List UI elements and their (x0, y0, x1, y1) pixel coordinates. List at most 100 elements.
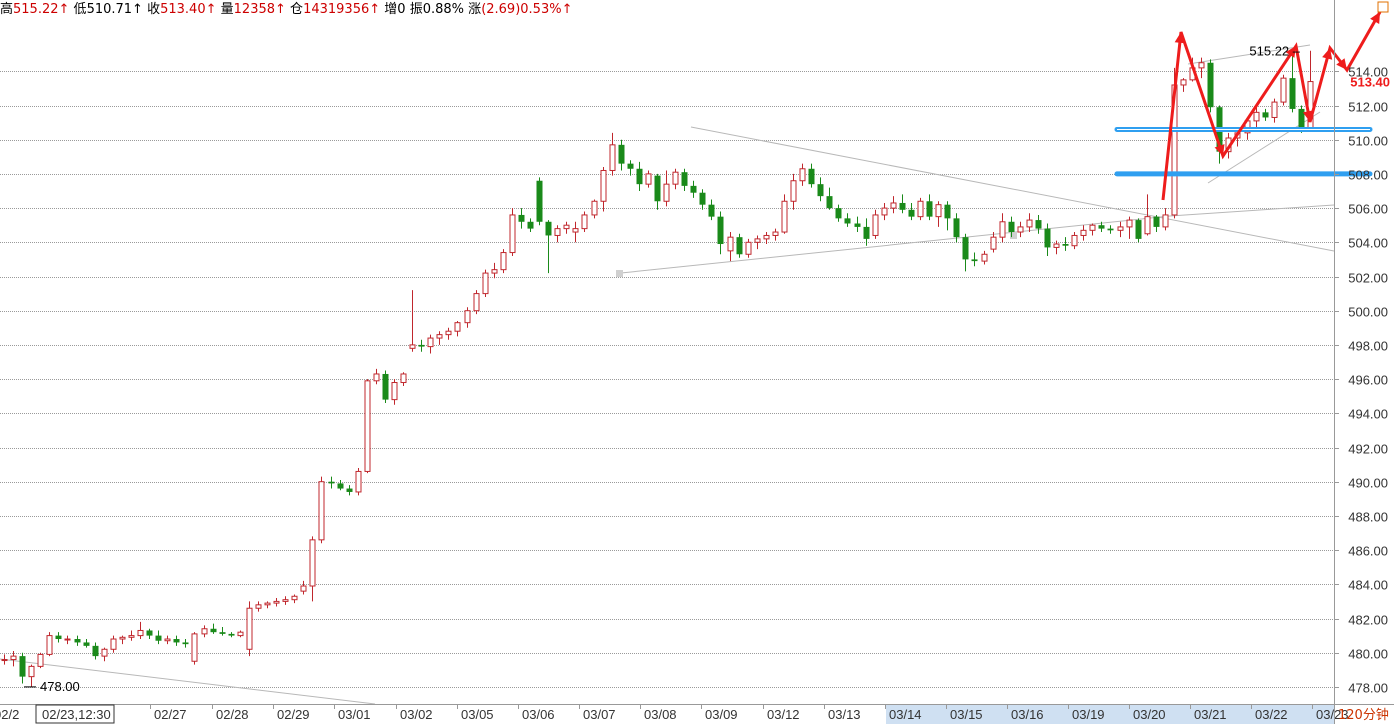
candle-body (790, 180, 797, 202)
candle-body (1271, 101, 1278, 118)
candle-body (409, 344, 416, 349)
candle-body (282, 599, 289, 602)
candle-body (1008, 221, 1015, 233)
candle-body (201, 628, 208, 635)
candle-body (309, 539, 316, 587)
x-tick-label: 02/2 (0, 707, 19, 722)
candle-body (908, 209, 915, 217)
candle-body (273, 600, 280, 604)
y-tick-label: 502.00 (1348, 271, 1388, 286)
candle-body (981, 253, 988, 262)
y-tick-label: 504.00 (1348, 236, 1388, 251)
candle-body (1135, 220, 1142, 239)
candle-body (173, 639, 180, 643)
y-tick-label: 498.00 (1348, 339, 1388, 354)
candle-body (872, 214, 879, 236)
x-tick-label: 03/15 (950, 707, 983, 722)
candle-body (899, 202, 906, 210)
candle-body (826, 196, 833, 209)
candle-body (1, 659, 8, 662)
candle-body (654, 175, 661, 202)
candle-body (155, 635, 162, 641)
candle-body (545, 221, 552, 236)
candle-body (636, 168, 643, 185)
candle-body (690, 185, 697, 193)
y-tick-label: 506.00 (1348, 202, 1388, 217)
candle-body (291, 595, 298, 601)
candle-body (645, 173, 652, 185)
candle-body (482, 272, 489, 295)
candle-body (264, 602, 271, 606)
candle-body (74, 639, 81, 643)
candle-body (473, 293, 480, 312)
candle-body (971, 259, 978, 262)
candle-body (844, 218, 851, 224)
y-axis: 478.00 480.00 482.00 484.00 486.00 488.00 490.… (1334, 0, 1390, 704)
candle-body (1062, 244, 1069, 246)
y-tick-label: 496.00 (1348, 373, 1388, 388)
candle-body (1126, 219, 1133, 228)
candle-body (999, 221, 1006, 238)
candle-body (763, 234, 770, 240)
candle-body (146, 630, 153, 636)
x-tick-label: 03/16 (1011, 707, 1044, 722)
candle-body (64, 638, 71, 641)
candle-body (554, 228, 561, 236)
candle-body (854, 223, 861, 227)
candle-body (563, 224, 570, 230)
candle-body (436, 334, 443, 339)
y-tick-label: 512.00 (1348, 100, 1388, 115)
high-annotation: 515.22 – (1249, 43, 1300, 58)
candle-body (1180, 79, 1187, 86)
candle-body (754, 238, 761, 243)
candle-body (46, 635, 53, 655)
candle-body (1198, 62, 1205, 69)
candle-body (191, 633, 198, 662)
candle-body (835, 208, 842, 219)
x-tick-label: 03/20 (1133, 707, 1166, 722)
candle-body (28, 665, 35, 678)
candle-body (681, 172, 688, 186)
candle-body (237, 631, 244, 637)
low-annotation: 478.00 (40, 679, 80, 694)
candle-body (210, 628, 217, 633)
candle-body (83, 642, 90, 646)
candle-body (1071, 234, 1078, 247)
candle-body (953, 218, 960, 238)
candle-body (1107, 228, 1114, 231)
candlestick-chart[interactable]: 515.22 –478.00 478.00480.00482.00484.004… (0, 0, 1394, 724)
candle-body (600, 169, 607, 202)
candle-body (1117, 226, 1124, 231)
candle-body (255, 604, 262, 609)
x-tick-label: 03/13 (828, 707, 861, 722)
y-tick-label: 480.00 (1348, 647, 1388, 662)
candle-body (355, 470, 362, 493)
candle-body (1253, 111, 1260, 122)
y-tick-label: 478.00 (1348, 681, 1388, 696)
candle-body (935, 204, 942, 218)
grid-lines (0, 71, 1334, 688)
x-tick-label: 03/02 (400, 707, 433, 722)
y-tick-label: 500.00 (1348, 305, 1388, 320)
candle-body (1144, 216, 1151, 235)
x-tick-label: 03/19 (1072, 707, 1105, 722)
candle-body (745, 241, 752, 255)
x-tick-label: 03/08 (644, 707, 677, 722)
candle-body (817, 184, 824, 197)
candle-body (182, 642, 189, 645)
candle-body (37, 653, 44, 667)
candle-body (1026, 219, 1033, 228)
candle-body (799, 168, 806, 182)
candle-body (328, 481, 335, 484)
y-tick-label: 490.00 (1348, 476, 1388, 491)
y-tick-label: 492.00 (1348, 442, 1388, 457)
x-tick-label: 03/22 (1255, 707, 1288, 722)
candle-body (164, 638, 171, 642)
x-tick-label: 02/23,12:30 (42, 707, 111, 722)
candle-body (962, 237, 969, 260)
candle-body (717, 216, 724, 245)
candle-body (627, 163, 634, 169)
x-tick-label: 03/01 (338, 707, 371, 722)
candle-body (427, 337, 434, 348)
y-tick-label: 488.00 (1348, 510, 1388, 525)
